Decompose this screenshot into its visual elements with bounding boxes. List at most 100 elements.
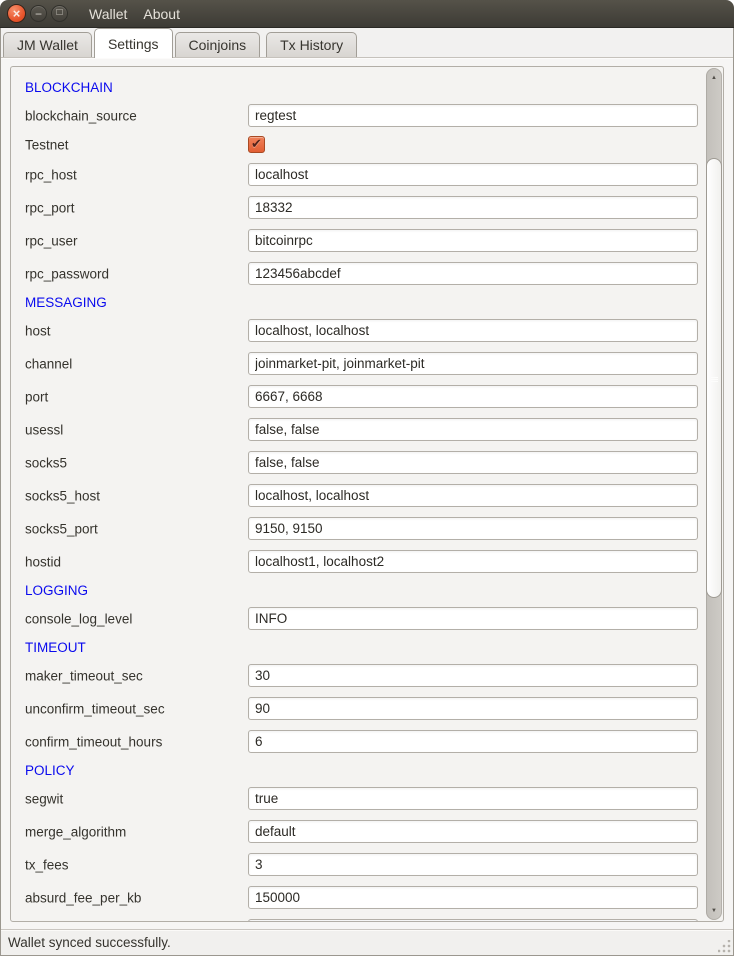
tab-bar: JM Wallet Settings Coinjoins Tx History bbox=[1, 28, 733, 57]
tab-label: Settings bbox=[108, 36, 159, 52]
tab-coinjoins[interactable]: Coinjoins bbox=[175, 32, 261, 57]
titlebar: × − □ Wallet About bbox=[0, 0, 734, 28]
vertical-scrollbar[interactable]: ▲ ▼ bbox=[706, 68, 722, 920]
channel-input[interactable] bbox=[248, 352, 698, 375]
field-label: absurd_fee_per_kb bbox=[25, 890, 141, 905]
minimize-button[interactable]: − bbox=[30, 5, 47, 22]
status-message: Wallet synced successfully. bbox=[8, 935, 171, 950]
console-log-level-input[interactable] bbox=[248, 607, 698, 630]
maker-timeout-sec-input[interactable] bbox=[248, 664, 698, 687]
unconfirm-timeout-sec-input[interactable] bbox=[248, 697, 698, 720]
form-row: port bbox=[11, 380, 723, 413]
scrollbar-thumb[interactable] bbox=[706, 158, 722, 598]
section-header-logging: LOGGING bbox=[25, 583, 88, 598]
form-row: tx_fees bbox=[11, 848, 723, 881]
field-label: port bbox=[25, 389, 48, 404]
tab-label: Tx History bbox=[280, 37, 343, 53]
field-label: unconfirm_timeout_sec bbox=[25, 701, 165, 716]
scroll-down-button[interactable]: ▼ bbox=[706, 902, 722, 919]
tab-settings[interactable]: Settings bbox=[94, 28, 173, 58]
tab-label: Coinjoins bbox=[189, 37, 247, 53]
field-label: tx_fees bbox=[25, 857, 69, 872]
menubar: Wallet About bbox=[81, 6, 188, 22]
rpc-password-input[interactable] bbox=[248, 262, 698, 285]
form-row: socks5_port bbox=[11, 512, 723, 545]
resize-grip-icon[interactable] bbox=[718, 940, 731, 953]
host-input[interactable] bbox=[248, 319, 698, 342]
form-row: hostid bbox=[11, 545, 723, 578]
maximize-button[interactable]: □ bbox=[51, 5, 68, 22]
tx-fees-input[interactable] bbox=[248, 853, 698, 876]
form-row: usessl bbox=[11, 413, 723, 446]
form-row: rpc_password bbox=[11, 257, 723, 290]
merge-algorithm-input[interactable] bbox=[248, 820, 698, 843]
socks5-port-input[interactable] bbox=[248, 517, 698, 540]
field-label: segwit bbox=[25, 791, 63, 806]
scroll-up-icon: ▲ bbox=[711, 75, 717, 81]
field-label: rpc_host bbox=[25, 167, 77, 182]
socks5-input[interactable] bbox=[248, 451, 698, 474]
form-row: Testnet ✔ bbox=[11, 132, 723, 158]
scrollbar-grip-icon bbox=[711, 377, 718, 383]
field-label: merge_algorithm bbox=[25, 824, 126, 839]
field-label: rpc_user bbox=[25, 233, 78, 248]
form-row: segwit bbox=[11, 782, 723, 815]
form-row: socks5_host bbox=[11, 479, 723, 512]
field-label: rpc_port bbox=[25, 200, 75, 215]
segwit-input[interactable] bbox=[248, 787, 698, 810]
form-row: console_log_level bbox=[11, 602, 723, 635]
usessl-input[interactable] bbox=[248, 418, 698, 441]
minimize-icon: − bbox=[35, 8, 42, 20]
rpc-host-input[interactable] bbox=[248, 163, 698, 186]
menu-wallet[interactable]: Wallet bbox=[81, 6, 135, 22]
rpc-port-input[interactable] bbox=[248, 196, 698, 219]
form-row: host bbox=[11, 314, 723, 347]
hostid-input[interactable] bbox=[248, 550, 698, 573]
form-row: channel bbox=[11, 347, 723, 380]
menu-about[interactable]: About bbox=[135, 6, 188, 22]
close-button[interactable]: × bbox=[7, 4, 26, 23]
check-icon: ✔ bbox=[251, 137, 262, 150]
form-row: blockchain_source bbox=[11, 99, 723, 132]
tab-jm-wallet[interactable]: JM Wallet bbox=[3, 32, 92, 57]
section-header-policy: POLICY bbox=[25, 763, 75, 778]
field-label: blockchain_source bbox=[25, 108, 137, 123]
form-row: unconfirm_timeout_sec bbox=[11, 692, 723, 725]
form-row: rpc_host bbox=[11, 158, 723, 191]
blockchain-source-input[interactable] bbox=[248, 104, 698, 127]
close-icon: × bbox=[13, 7, 21, 20]
field-label: hostid bbox=[25, 554, 61, 569]
form-row: rpc_port bbox=[11, 191, 723, 224]
field-label: maker_timeout_sec bbox=[25, 668, 143, 683]
settings-scroll-area: BLOCKCHAIN blockchain_source Testnet ✔ r… bbox=[10, 66, 724, 922]
tab-label: JM Wallet bbox=[17, 37, 78, 53]
next-field-input[interactable] bbox=[248, 919, 698, 921]
socks5-host-input[interactable] bbox=[248, 484, 698, 507]
form-row: rpc_user bbox=[11, 224, 723, 257]
section-header-blockchain: BLOCKCHAIN bbox=[25, 80, 113, 95]
field-label: usessl bbox=[25, 422, 63, 437]
field-label: confirm_timeout_hours bbox=[25, 734, 162, 749]
testnet-checkbox[interactable]: ✔ bbox=[248, 136, 265, 153]
form-row: absurd_fee_per_kb bbox=[11, 881, 723, 914]
confirm-timeout-hours-input[interactable] bbox=[248, 730, 698, 753]
form-row-partial bbox=[11, 914, 723, 921]
port-input[interactable] bbox=[248, 385, 698, 408]
field-label: host bbox=[25, 323, 51, 338]
field-label: rpc_password bbox=[25, 266, 109, 281]
field-label: socks5_port bbox=[25, 521, 98, 536]
section-header-messaging: MESSAGING bbox=[25, 295, 107, 310]
section-header-timeout: TIMEOUT bbox=[25, 640, 86, 655]
tab-tx-history[interactable]: Tx History bbox=[266, 32, 357, 57]
field-label: console_log_level bbox=[25, 611, 132, 626]
window-content: JM Wallet Settings Coinjoins Tx History … bbox=[0, 28, 734, 956]
rpc-user-input[interactable] bbox=[248, 229, 698, 252]
absurd-fee-per-kb-input[interactable] bbox=[248, 886, 698, 909]
settings-pane: BLOCKCHAIN blockchain_source Testnet ✔ r… bbox=[1, 57, 733, 929]
window-controls: × − □ bbox=[0, 4, 68, 23]
field-label: socks5 bbox=[25, 455, 67, 470]
form-row: maker_timeout_sec bbox=[11, 659, 723, 692]
maximize-icon: □ bbox=[56, 8, 62, 18]
scroll-down-icon: ▼ bbox=[711, 908, 717, 914]
scroll-up-button[interactable]: ▲ bbox=[706, 69, 722, 86]
